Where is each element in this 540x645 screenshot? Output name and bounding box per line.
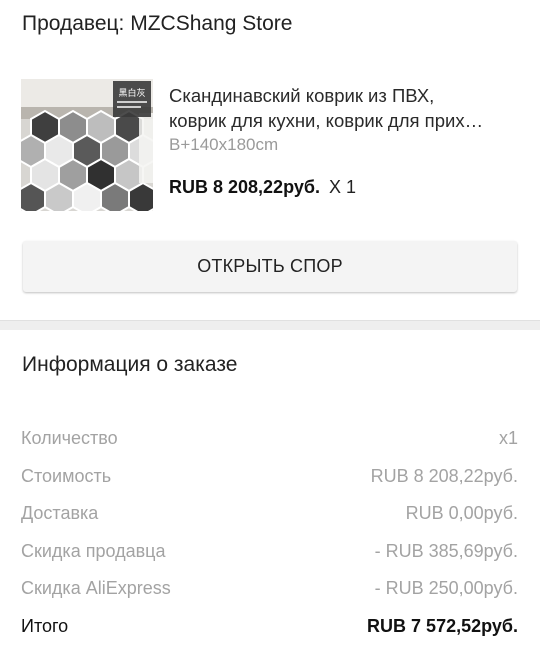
seller-name[interactable]: Продавец: MZCShang Store: [22, 12, 292, 36]
product-price: RUB 8 208,22руб.: [169, 177, 320, 197]
product-info[interactable]: Скандинавский коврик из ПВХ, коврик для …: [169, 83, 519, 156]
order-row-label: Скидка продавца: [21, 540, 166, 561]
product-thumbnail[interactable]: 黑白灰: [21, 79, 153, 211]
product-title[interactable]: Скандинавский коврик из ПВХ, коврик для …: [169, 83, 519, 133]
section-divider: [0, 320, 540, 330]
order-row-value: - RUB 250,00руб.: [374, 578, 518, 599]
order-row-label: Итого: [21, 615, 69, 636]
order-row-seller-discount: Скидка продавца - RUB 385,69руб.: [21, 533, 518, 571]
thumbnail-badge: 黑白灰: [118, 87, 145, 99]
product-variant: B+140x180cm: [169, 135, 279, 154]
order-row-value: - RUB 385,69руб.: [374, 540, 518, 561]
order-total-value: RUB 7 572,52руб.: [367, 615, 518, 636]
order-row-value: x1: [498, 428, 518, 449]
product-price-row: RUB 8 208,22руб. X 1: [169, 177, 356, 198]
product-quantity: X 1: [328, 177, 356, 197]
order-row-value: RUB 0,00руб.: [405, 503, 518, 524]
order-row-aliexpress-discount: Скидка AliExpress - RUB 250,00руб.: [21, 570, 518, 608]
order-info-list: Количество x1 Стоимость RUB 8 208,22руб.…: [21, 420, 518, 645]
order-row-cost: Стоимость RUB 8 208,22руб.: [21, 458, 518, 496]
order-row-label: Стоимость: [21, 465, 112, 486]
order-row-label: Скидка AliExpress: [21, 578, 171, 599]
order-row-quantity: Количество x1: [21, 420, 518, 458]
order-row-value: RUB 8 208,22руб.: [370, 465, 518, 486]
order-row-label: Доставка: [21, 503, 99, 524]
order-row-total: Итого RUB 7 572,52руб.: [21, 608, 518, 645]
open-dispute-button[interactable]: ОТКРЫТЬ СПОР: [23, 241, 517, 292]
product-title-line1: Скандинавский коврик из ПВХ,: [169, 85, 435, 106]
product-title-line2: коврик для кухни, коврик для прих…: [169, 110, 484, 131]
product-card[interactable]: 黑白灰 Скандинавский коврик из ПВХ, коврик …: [21, 79, 519, 211]
hexagon-rug-image: 黑白灰: [21, 79, 153, 211]
order-row-label: Количество: [21, 428, 118, 449]
order-row-shipping: Доставка RUB 0,00руб.: [21, 495, 518, 533]
order-info-title: Информация о заказе: [22, 353, 238, 376]
